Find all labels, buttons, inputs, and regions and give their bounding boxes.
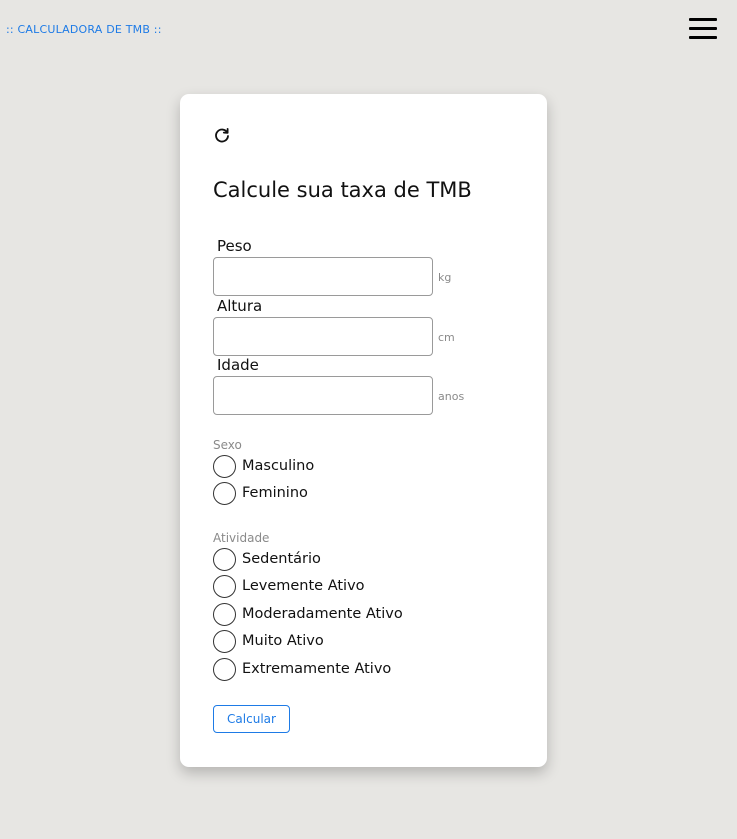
calculate-button[interactable]: Calcular [213, 705, 290, 733]
radio-activity-moderate[interactable]: Moderadamente Ativo [213, 602, 513, 626]
weight-input[interactable] [213, 257, 433, 296]
radio-button[interactable] [213, 657, 236, 681]
radio-label: Sedentário [242, 551, 321, 567]
radio-label: Extremamente Ativo [242, 661, 392, 677]
radio-button[interactable] [213, 574, 236, 598]
radio-label: Masculino [242, 458, 315, 474]
radio-button[interactable] [213, 454, 236, 478]
tmb-calculator-card: Calcule sua taxa de TMB Peso kg Altura c… [180, 94, 547, 767]
age-unit: anos [438, 390, 465, 403]
top-bar: :: CALCULADORA DE TMB :: [0, 0, 737, 60]
page-title: Calcule sua taxa de TMB [213, 178, 472, 202]
radio-label: Muito Ativo [242, 633, 324, 649]
age-input[interactable] [213, 376, 433, 415]
radio-label: Feminino [242, 485, 308, 501]
radio-activity-light[interactable]: Levemente Ativo [213, 574, 513, 598]
radio-label: Levemente Ativo [242, 578, 365, 594]
activity-group-label: Atividade [213, 531, 270, 545]
radio-label: Moderadamente Ativo [242, 606, 403, 622]
hamburger-menu-icon[interactable] [689, 18, 717, 40]
height-unit: cm [438, 331, 455, 344]
height-input[interactable] [213, 317, 433, 356]
weight-label: Peso [217, 237, 252, 255]
radio-button[interactable] [213, 602, 236, 626]
radio-sex-female[interactable]: Feminino [213, 481, 513, 505]
sex-group-label: Sexo [213, 438, 242, 452]
age-label: Idade [217, 356, 259, 374]
hamburger-bar [689, 18, 717, 21]
radio-button[interactable] [213, 481, 236, 505]
height-label: Altura [217, 297, 263, 315]
hamburger-bar [689, 27, 717, 30]
radio-button[interactable] [213, 547, 236, 571]
app-brand[interactable]: :: CALCULADORA DE TMB :: [6, 23, 162, 36]
refresh-icon[interactable] [213, 127, 231, 145]
radio-activity-very[interactable]: Muito Ativo [213, 629, 513, 653]
hamburger-bar [689, 36, 717, 39]
radio-button[interactable] [213, 629, 236, 653]
radio-activity-sedentary[interactable]: Sedentário [213, 547, 513, 571]
radio-activity-extreme[interactable]: Extremamente Ativo [213, 657, 513, 681]
weight-unit: kg [438, 271, 452, 284]
radio-sex-male[interactable]: Masculino [213, 454, 513, 478]
